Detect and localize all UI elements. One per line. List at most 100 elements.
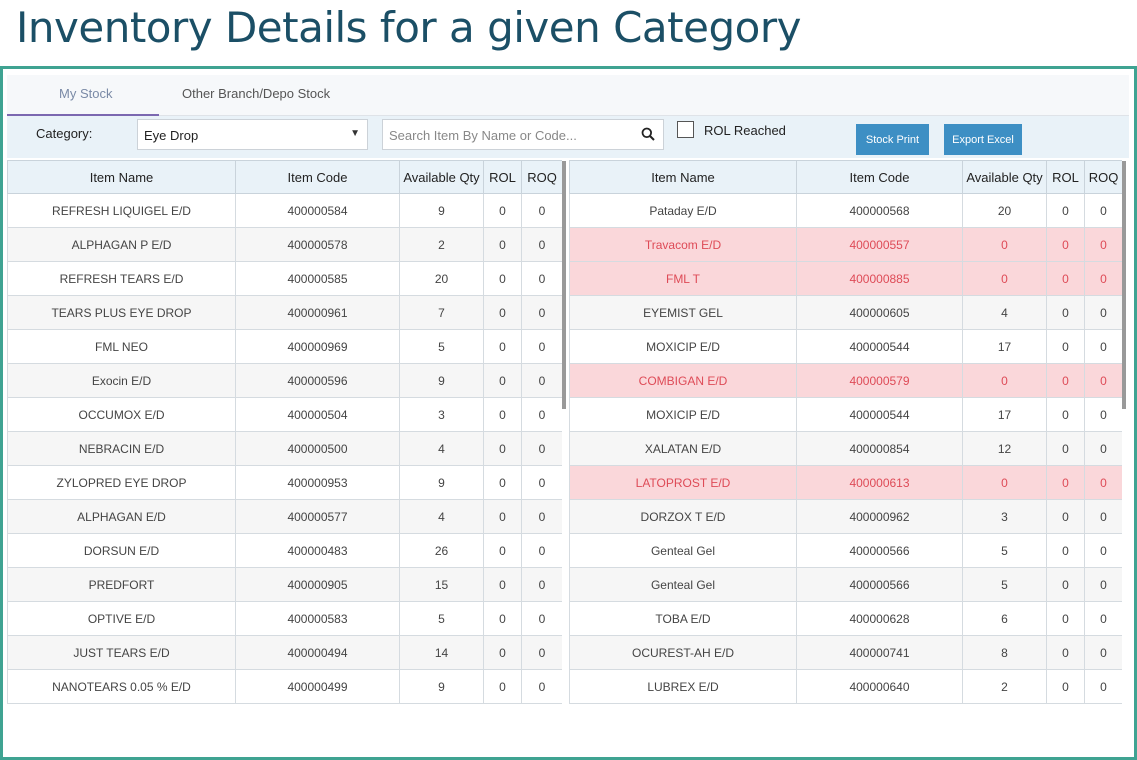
table-row[interactable]: OCUREST-AH E/D 400000741 8 0 0 xyxy=(569,635,1122,670)
col-header-item-name[interactable]: Item Name xyxy=(569,160,797,194)
table-row[interactable]: Travacom E/D 400000557 0 0 0 xyxy=(569,227,1122,262)
table-row[interactable]: ZYLOPRED EYE DROP 400000953 9 0 0 xyxy=(7,465,562,500)
stock-grid-right: Item Name Item Code Available Qty ROL RO… xyxy=(569,160,1122,709)
cell-item-name: REFRESH TEARS E/D xyxy=(7,261,236,296)
cell-rol: 0 xyxy=(483,465,522,500)
cell-roq: 0 xyxy=(1084,431,1122,466)
table-row[interactable]: JUST TEARS E/D 400000494 14 0 0 xyxy=(7,635,562,670)
cell-rol: 0 xyxy=(483,499,522,534)
table-row[interactable]: TEARS PLUS EYE DROP 400000961 7 0 0 xyxy=(7,295,562,330)
cell-available-qty: 3 xyxy=(399,397,484,432)
cell-item-code: 400000640 xyxy=(796,669,963,704)
table-row[interactable]: OCCUMOX E/D 400000504 3 0 0 xyxy=(7,397,562,432)
col-header-item-code[interactable]: Item Code xyxy=(796,160,963,194)
cell-roq: 0 xyxy=(1084,567,1122,602)
cell-item-name: XALATAN E/D xyxy=(569,431,797,466)
cell-roq: 0 xyxy=(521,193,562,228)
table-row[interactable]: EYEMIST GEL 400000605 4 0 0 xyxy=(569,295,1122,330)
cell-rol: 0 xyxy=(483,363,522,398)
table-row[interactable]: REFRESH LIQUIGEL E/D 400000584 9 0 0 xyxy=(7,193,562,228)
stock-print-button[interactable]: Stock Print xyxy=(856,124,929,155)
table-row[interactable]: LATOPROST E/D 400000613 0 0 0 xyxy=(569,465,1122,500)
cell-item-name: NEBRACIN E/D xyxy=(7,431,236,466)
cell-roq: 0 xyxy=(521,227,562,262)
table-row[interactable]: FML NEO 400000969 5 0 0 xyxy=(7,329,562,364)
table-row[interactable]: MOXICIP E/D 400000544 17 0 0 xyxy=(569,397,1122,432)
cell-rol: 0 xyxy=(483,669,522,704)
table-row[interactable]: PREDFORT 400000905 15 0 0 xyxy=(7,567,562,602)
table-row[interactable]: FML T 400000885 0 0 0 xyxy=(569,261,1122,296)
cell-rol: 0 xyxy=(1046,601,1085,636)
table-row[interactable]: OPTIVE E/D 400000583 5 0 0 xyxy=(7,601,562,636)
table-row[interactable]: NANOTEARS 0.05 % E/D 400000499 9 0 0 xyxy=(7,669,562,704)
cell-roq: 0 xyxy=(521,431,562,466)
cell-available-qty: 5 xyxy=(399,601,484,636)
stock-grid-left: Item Name Item Code Available Qty ROL RO… xyxy=(7,160,562,709)
cell-rol: 0 xyxy=(483,397,522,432)
cell-rol: 0 xyxy=(1046,397,1085,432)
table-row[interactable]: NEBRACIN E/D 400000500 4 0 0 xyxy=(7,431,562,466)
cell-available-qty: 6 xyxy=(962,601,1047,636)
inventory-panel: My Stock Other Branch/Depo Stock Categor… xyxy=(0,66,1137,760)
col-header-item-code[interactable]: Item Code xyxy=(235,160,400,194)
col-header-available-qty[interactable]: Available Qty xyxy=(962,160,1047,194)
table-row[interactable]: DORZOX T E/D 400000962 3 0 0 xyxy=(569,499,1122,534)
cell-available-qty: 9 xyxy=(399,465,484,500)
cell-roq: 0 xyxy=(521,397,562,432)
table-row[interactable]: Pataday E/D 400000568 20 0 0 xyxy=(569,193,1122,228)
cell-item-code: 400000905 xyxy=(235,567,400,602)
cell-item-name: DORZOX T E/D xyxy=(569,499,797,534)
table-row[interactable]: ALPHAGAN E/D 400000577 4 0 0 xyxy=(7,499,562,534)
cell-item-code: 400000605 xyxy=(796,295,963,330)
category-select-value: Eye Drop xyxy=(144,128,199,143)
cell-item-code: 400000741 xyxy=(796,635,963,670)
category-select[interactable]: Eye Drop ▼ xyxy=(137,119,368,150)
search-input[interactable] xyxy=(387,123,631,148)
rol-reached-checkbox[interactable] xyxy=(677,121,694,138)
cell-roq: 0 xyxy=(1084,533,1122,568)
table-row[interactable]: DORSUN E/D 400000483 26 0 0 xyxy=(7,533,562,568)
table-row[interactable]: XALATAN E/D 400000854 12 0 0 xyxy=(569,431,1122,466)
slide-title: Inventory Details for a given Category xyxy=(16,3,801,52)
col-header-rol[interactable]: ROL xyxy=(1046,160,1085,194)
search-icon[interactable] xyxy=(641,127,655,141)
table-row[interactable]: REFRESH TEARS E/D 400000585 20 0 0 xyxy=(7,261,562,296)
cell-available-qty: 0 xyxy=(962,227,1047,262)
cell-rol: 0 xyxy=(1046,295,1085,330)
col-header-rol[interactable]: ROL xyxy=(483,160,522,194)
table-row[interactable]: MOXICIP E/D 400000544 17 0 0 xyxy=(569,329,1122,364)
cell-item-code: 400000566 xyxy=(796,533,963,568)
table-row[interactable]: Exocin E/D 400000596 9 0 0 xyxy=(7,363,562,398)
export-excel-button[interactable]: Export Excel xyxy=(944,124,1022,155)
cell-item-code: 400000613 xyxy=(796,465,963,500)
stock-grid-right-body: Pataday E/D 400000568 20 0 0 Travacom E/D 4000… xyxy=(569,193,1122,704)
cell-available-qty: 4 xyxy=(962,295,1047,330)
table-row[interactable]: COMBIGAN E/D 400000579 0 0 0 xyxy=(569,363,1122,398)
scrollbar-right[interactable] xyxy=(1122,161,1126,409)
cell-item-code: 400000557 xyxy=(796,227,963,262)
cell-available-qty: 3 xyxy=(962,499,1047,534)
cell-roq: 0 xyxy=(1084,499,1122,534)
table-row[interactable]: Genteal Gel 400000566 5 0 0 xyxy=(569,533,1122,568)
cell-item-name: OCCUMOX E/D xyxy=(7,397,236,432)
col-header-roq[interactable]: ROQ xyxy=(521,160,562,194)
cell-item-name: ALPHAGAN P E/D xyxy=(7,227,236,262)
cell-item-name: Pataday E/D xyxy=(569,193,797,228)
tab-my-stock[interactable]: My Stock xyxy=(59,86,112,101)
table-row[interactable]: TOBA E/D 400000628 6 0 0 xyxy=(569,601,1122,636)
cell-available-qty: 9 xyxy=(399,669,484,704)
table-row[interactable]: LUBREX E/D 400000640 2 0 0 xyxy=(569,669,1122,704)
cell-item-code: 400000596 xyxy=(235,363,400,398)
cell-available-qty: 12 xyxy=(962,431,1047,466)
cell-item-name: ALPHAGAN E/D xyxy=(7,499,236,534)
table-row[interactable]: Genteal Gel 400000566 5 0 0 xyxy=(569,567,1122,602)
cell-rol: 0 xyxy=(1046,499,1085,534)
table-row[interactable]: ALPHAGAN P E/D 400000578 2 0 0 xyxy=(7,227,562,262)
scrollbar-left[interactable] xyxy=(562,161,566,409)
cell-roq: 0 xyxy=(1084,193,1122,228)
col-header-roq[interactable]: ROQ xyxy=(1084,160,1122,194)
col-header-item-name[interactable]: Item Name xyxy=(7,160,236,194)
col-header-available-qty[interactable]: Available Qty xyxy=(399,160,484,194)
cell-item-name: ZYLOPRED EYE DROP xyxy=(7,465,236,500)
tab-other-branch-stock[interactable]: Other Branch/Depo Stock xyxy=(182,86,330,101)
